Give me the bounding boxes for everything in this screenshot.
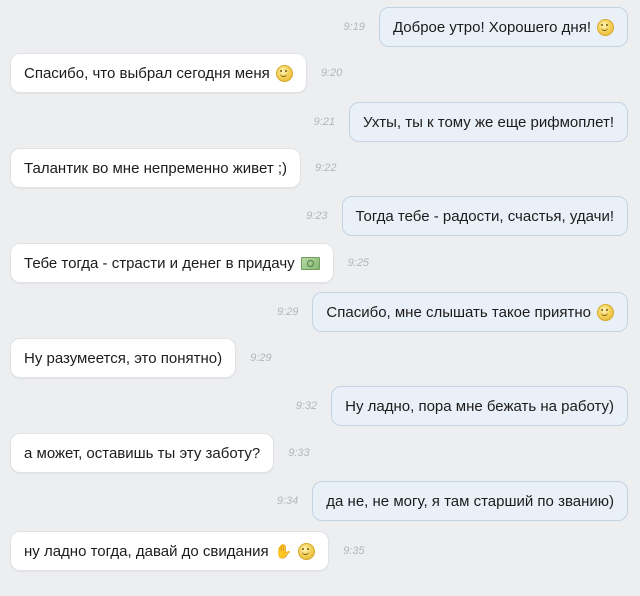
message-bubble-outgoing[interactable]: Ухты, ты к тому же еще рифмоплет!	[349, 102, 628, 142]
waving-hand-emoji-icon: ✋	[274, 543, 293, 559]
message-time: 9:32	[295, 400, 318, 412]
message-row-incoming: Талантик во мне непременно живет ;) 9:22	[0, 146, 640, 190]
message-time: 9:19	[343, 21, 365, 33]
message-text: Доброе утро! Хорошего дня!	[392, 18, 591, 36]
message-time: 9:21	[313, 116, 336, 128]
smile-emoji-icon	[298, 542, 316, 560]
message-row-outgoing: 9:34 да не, не могу, я там старший по зв…	[0, 479, 640, 523]
message-row-outgoing: 9:23 Тогда тебе - радости, счастья, удач…	[0, 194, 640, 238]
message-time: 9:33	[288, 447, 310, 459]
message-text: Ухты, ты к тому же еще рифмоплет!	[363, 113, 614, 131]
message-bubble-outgoing[interactable]: Тогда тебе - радости, счастья, удачи!	[341, 196, 628, 236]
money-emoji-icon	[300, 256, 320, 270]
message-bubble-incoming[interactable]: Тебе тогда - страсти и денег в придачу	[10, 243, 334, 283]
message-row-incoming: а может, оставишь ты эту заботу? 9:33	[0, 431, 640, 475]
message-time: 9:35	[343, 545, 365, 557]
message-text: Спасибо, мне слышать такое приятно	[326, 303, 591, 321]
message-text: а может, оставишь ты эту заботу?	[24, 444, 261, 462]
message-text: ну ладно тогда, давай до свидания	[24, 542, 269, 560]
message-bubble-outgoing[interactable]: Спасибо, мне слышать такое приятно	[312, 292, 628, 332]
message-bubble-incoming[interactable]: ну ладно тогда, давай до свидания ✋	[10, 531, 330, 571]
smile-emoji-icon	[597, 18, 614, 36]
message-time: 9:29	[250, 352, 272, 364]
message-bubble-outgoing[interactable]: да не, не могу, я там старший по званию)	[312, 481, 628, 521]
smile-emoji-icon	[597, 303, 614, 321]
message-time: 9:25	[347, 257, 370, 269]
message-bubble-outgoing[interactable]: Ну ладно, пора мне бежать на работу)	[331, 386, 628, 426]
chat-history: 9:19 Доброе утро! Хорошего дня! Спасибо,…	[0, 0, 640, 596]
message-text: Тебе тогда - страсти и денег в придачу	[24, 254, 295, 272]
message-bubble-outgoing[interactable]: Доброе утро! Хорошего дня!	[378, 7, 628, 47]
message-row-incoming: ну ладно тогда, давай до свидания ✋ 9:35	[0, 529, 640, 573]
message-text: Спасибо, что выбрал сегодня меня	[24, 64, 270, 82]
message-time: 9:34	[276, 495, 299, 507]
message-row-incoming: Ну разумеется, это понятно) 9:29	[0, 336, 640, 380]
message-row-outgoing: 9:21 Ухты, ты к тому же еще рифмоплет!	[0, 100, 640, 144]
message-row-incoming: Тебе тогда - страсти и денег в придачу 9…	[0, 241, 640, 285]
message-bubble-incoming[interactable]: Спасибо, что выбрал сегодня меня	[10, 53, 307, 93]
message-text: Тогда тебе - радости, счастья, удачи!	[355, 207, 615, 225]
message-text: Ну ладно, пора мне бежать на работу)	[345, 397, 614, 415]
smile-emoji-icon	[275, 64, 293, 82]
message-time: 9:29	[277, 306, 299, 318]
message-row-incoming: Спасибо, что выбрал сегодня меня 9:20	[0, 51, 640, 95]
message-time: 9:20	[320, 67, 343, 79]
message-bubble-incoming[interactable]: Талантик во мне непременно живет ;)	[10, 148, 302, 188]
message-bubble-incoming[interactable]: а может, оставишь ты эту заботу?	[10, 433, 275, 473]
message-row-outgoing: 9:19 Доброе утро! Хорошего дня!	[0, 5, 640, 49]
message-time: 9:22	[315, 162, 337, 174]
message-row-outgoing: 9:32 Ну ладно, пора мне бежать на работу…	[0, 384, 640, 428]
message-bubble-incoming[interactable]: Ну разумеется, это понятно)	[10, 338, 237, 378]
message-row-outgoing: 9:29 Спасибо, мне слышать такое приятно	[0, 290, 640, 334]
message-text: да не, не могу, я там старший по званию)	[326, 492, 614, 510]
message-text: Ну разумеется, это понятно)	[24, 349, 223, 367]
message-time: 9:23	[306, 210, 328, 222]
message-text: Талантик во мне непременно живет ;)	[24, 159, 288, 177]
